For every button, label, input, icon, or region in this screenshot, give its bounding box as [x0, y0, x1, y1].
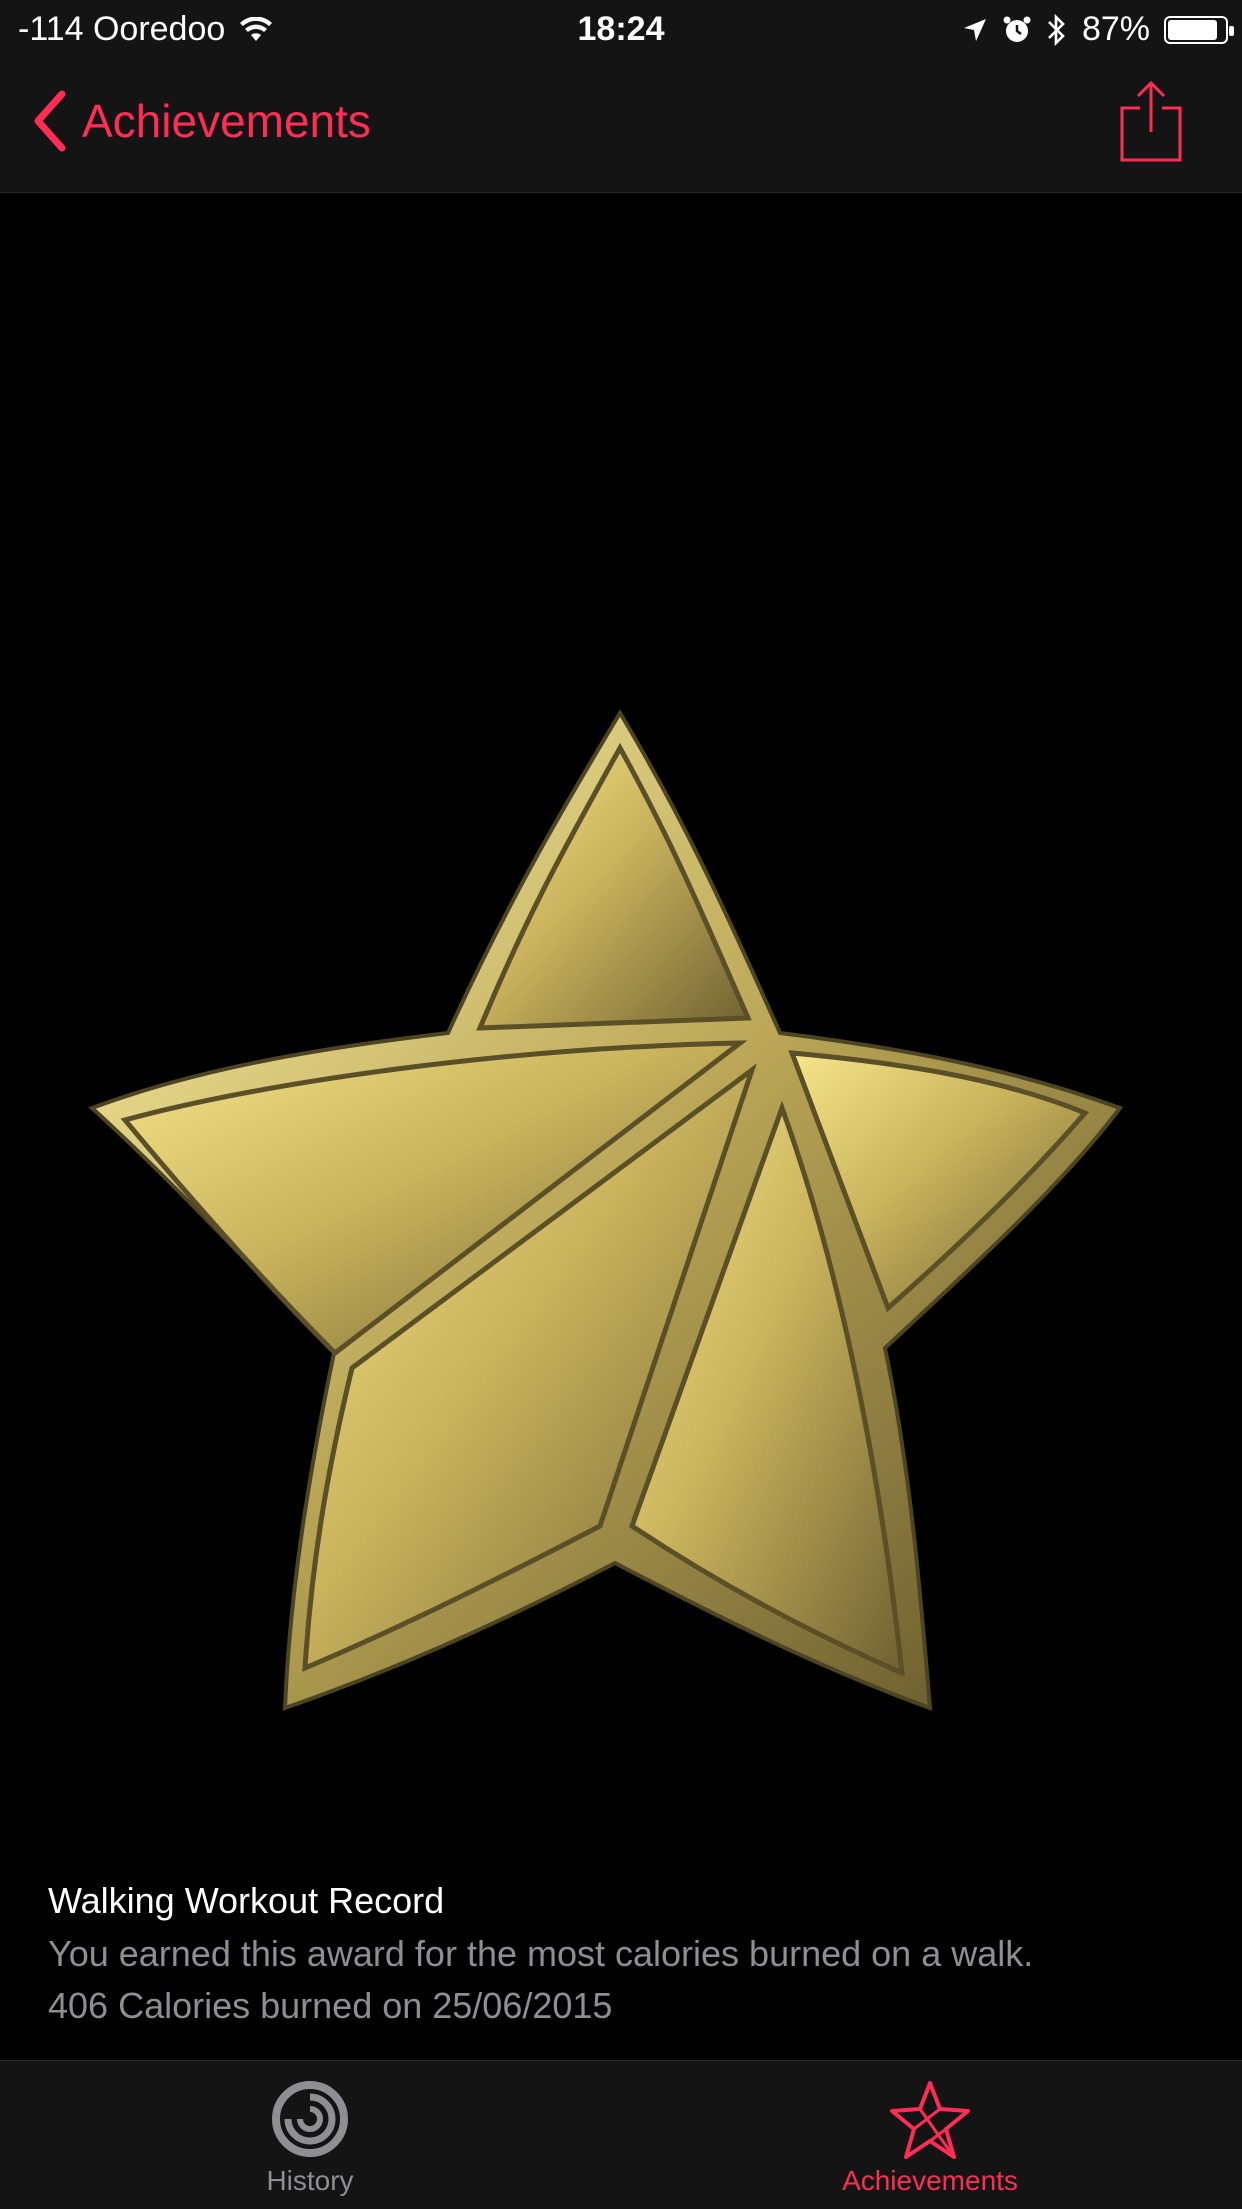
award-detail: 406 Calories burned on 25/06/2015 — [48, 1985, 613, 2026]
tab-history-label: History — [266, 2165, 354, 2196]
back-button[interactable]: Achievements — [32, 90, 371, 152]
back-button-label: Achievements — [82, 95, 371, 147]
tab-history[interactable]: History — [160, 2079, 460, 2197]
bluetooth-icon — [1048, 13, 1065, 46]
share-icon[interactable] — [1116, 80, 1186, 164]
award-info: Walking Workout Record You earned this a… — [48, 1880, 1198, 2028]
award-star-badge — [88, 709, 1124, 1711]
nav-bar: Achievements — [0, 60, 1242, 193]
chevron-left-icon — [34, 90, 66, 152]
tab-achievements[interactable]: Achievements — [780, 2079, 1080, 2197]
tab-bar: History Achievements — [0, 2060, 1242, 2209]
award-title: Walking Workout Record — [48, 1880, 445, 1921]
status-bar: -114 Ooredoo 18:24 87% — [0, 0, 1242, 60]
battery-icon — [1164, 15, 1234, 44]
star-icon — [890, 2081, 970, 2159]
award-description: You earned this award for the most calor… — [48, 1933, 1034, 1974]
battery-percent: 87% — [1081, 10, 1150, 48]
battery-fill — [1168, 19, 1217, 40]
activity-rings-icon — [272, 2081, 348, 2157]
alarm-icon — [1003, 16, 1031, 42]
award-content: Walking Workout Record You earned this a… — [0, 193, 1242, 2061]
status-right: 87% — [962, 10, 1234, 49]
tab-achievements-label: Achievements — [842, 2165, 1018, 2196]
location-arrow-icon — [963, 18, 986, 41]
battery-tip — [1229, 25, 1234, 36]
